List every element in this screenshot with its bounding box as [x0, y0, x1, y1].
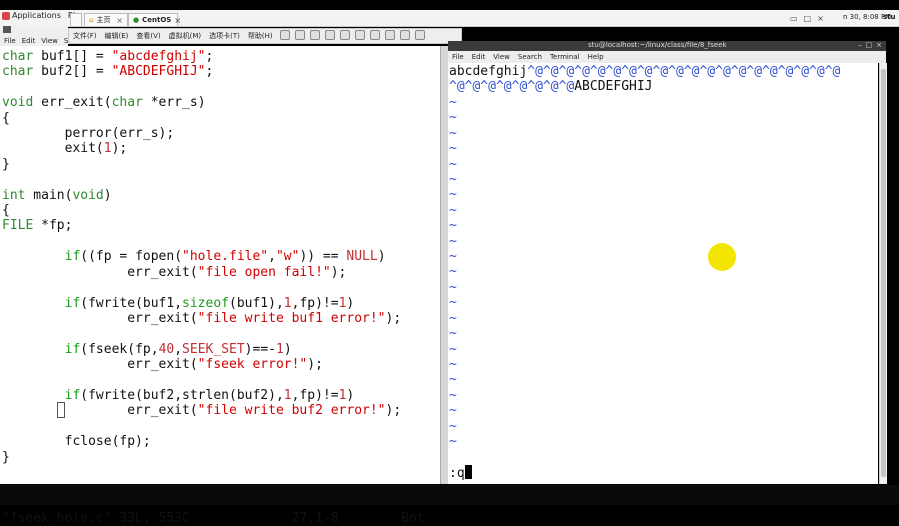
code-line: }	[2, 449, 10, 465]
term-menu-help[interactable]: Help	[588, 53, 604, 61]
user-menu[interactable]: stu	[883, 13, 896, 21]
vim-buffer: abcdefghij^@^@^@^@^@^@^@^@^@^@^@^@^@^@^@…	[449, 64, 840, 95]
text-cursor	[57, 402, 65, 418]
term-menu-edit[interactable]: Edit	[472, 53, 486, 61]
terminal-titlebar: stu@localhost:~/linux/class/file/8_fseek…	[448, 41, 886, 51]
editor-menubar: File Edit View Se	[0, 26, 73, 46]
code-line: err_exit("file write buf1 error!");	[2, 310, 402, 326]
menu-view[interactable]: View	[41, 37, 58, 45]
terminal-window-controls[interactable]: –□×	[858, 41, 886, 49]
menu-file-cn[interactable]: 文件(F)	[73, 31, 97, 41]
code-line: {	[2, 203, 10, 219]
terminal-menubar: File Edit View Search Terminal Help	[448, 51, 886, 63]
unity-icon[interactable]	[400, 30, 410, 40]
code-line: fclose(fp);	[2, 434, 151, 450]
tab-home[interactable]: ⌂ 主页 ×	[84, 13, 128, 26]
menu-vm-cn[interactable]: 虚拟机(M)	[169, 31, 202, 41]
terminal-scrollbar[interactable]	[879, 63, 887, 484]
command-text: :q	[449, 466, 465, 481]
revert-icon[interactable]	[325, 30, 335, 40]
code-line: err_exit("fseek error!");	[2, 357, 323, 373]
menu-edit-cn[interactable]: 编辑(E)	[105, 31, 129, 41]
vim-empty-lines: ~ ~ ~ ~ ~ ~ ~ ~ ~ ~ ~ ~ ~ ~ ~ ~ ~ ~ ~ ~ …	[449, 95, 457, 449]
applications-menu[interactable]: Applications Pl	[2, 11, 75, 20]
buffer-line2-text: ABCDEFGHIJ	[574, 79, 653, 95]
code-line: if((fp = fopen("hole.file","w")) == NULL…	[64, 249, 386, 265]
code-line: FILE *fp;	[2, 218, 73, 234]
power-icon[interactable]	[280, 30, 290, 40]
terminal-cursor	[464, 465, 472, 479]
scrollbar-thumb[interactable]	[881, 69, 886, 477]
status-scroll: Bot	[401, 511, 425, 526]
vim-status-line: "fseek_hole.c" 33L, 553C 27,1-8 Bot	[2, 511, 425, 526]
buffer-line1-nulls: ^@^@^@^@^@^@^@^@^@^@^@^@^@^@^@^@^@^@^@^@	[527, 64, 841, 79]
menu-edit[interactable]: Edit	[22, 37, 36, 45]
send-keys-icon[interactable]	[295, 30, 305, 40]
snapshot-icon[interactable]	[310, 30, 320, 40]
close-icon[interactable]: ×	[174, 16, 181, 25]
vm-icon: ●	[133, 16, 140, 24]
code-line: void err_exit(char *err_s)	[2, 95, 206, 111]
code-line: char buf2[] = "ABCDEFGHIJ";	[2, 64, 214, 80]
library-icon[interactable]	[70, 13, 82, 26]
tab-centos[interactable]: ● CentOS ×	[128, 13, 181, 26]
applications-icon	[2, 11, 10, 20]
tab-home-label: 主页	[96, 16, 111, 24]
code-line: }	[2, 156, 10, 172]
window-controls[interactable]: ▭□×	[790, 14, 830, 23]
home-icon: ⌂	[89, 16, 94, 24]
code-line: {	[2, 110, 10, 126]
mouse-pointer-highlight	[708, 243, 736, 271]
thumbnail-icon[interactable]	[370, 30, 380, 40]
menu-tabs-cn[interactable]: 选项卡(T)	[209, 31, 240, 41]
term-menu-terminal[interactable]: Terminal	[550, 53, 580, 61]
status-position: 27,1-8	[291, 511, 339, 526]
code-line: int main(void)	[2, 187, 112, 203]
term-menu-search[interactable]: Search	[518, 53, 542, 61]
bottom-panel	[0, 485, 899, 505]
sidebar-icon[interactable]	[355, 30, 365, 40]
term-menu-file[interactable]: File	[452, 53, 464, 61]
applications-label: Applications	[12, 11, 61, 20]
vm-toolbar-icons	[280, 30, 425, 40]
terminal-title: stu@localhost:~/linux/class/file/8_fseek	[588, 41, 727, 49]
tab-centos-label: CentOS	[142, 16, 172, 24]
code-line: if(fwrite(buf1,sizeof(buf1),1,fp)!=1)	[64, 295, 355, 311]
terminal-icon	[3, 26, 11, 33]
console-icon[interactable]	[415, 30, 425, 40]
vim-command-line[interactable]: :q	[449, 465, 472, 481]
buffer-line1-text: abcdefghij	[449, 64, 528, 79]
code-line: err_exit("file open fail!");	[2, 264, 347, 280]
terminal-pane[interactable]: abcdefghij^@^@^@^@^@^@^@^@^@^@^@^@^@^@^@…	[448, 63, 878, 484]
menu-view-cn[interactable]: 查看(V)	[136, 31, 160, 41]
code-line: exit(1);	[2, 141, 128, 157]
code-line: perror(err_s);	[2, 126, 175, 142]
buffer-line2-nulls: ^@^@^@^@^@^@^@^@	[449, 79, 575, 95]
close-icon[interactable]: ×	[116, 16, 123, 25]
vim-editor-left[interactable]: char buf1[] = "abcdefghij"; char buf2[] =…	[0, 46, 441, 526]
term-menu-view[interactable]: View	[493, 53, 510, 61]
status-file: "fseek_hole.c" 33L, 553C	[2, 511, 190, 526]
code-line: char buf1[] = "abcdefghij";	[2, 49, 214, 64]
menu-file[interactable]: File	[4, 37, 16, 45]
manage-snapshot-icon[interactable]	[340, 30, 350, 40]
fullscreen-icon[interactable]	[385, 30, 395, 40]
code-line: if(fseek(fp,40,SEEK_SET)==-1)	[64, 341, 292, 357]
menu-help-cn[interactable]: 帮助(H)	[248, 31, 273, 41]
